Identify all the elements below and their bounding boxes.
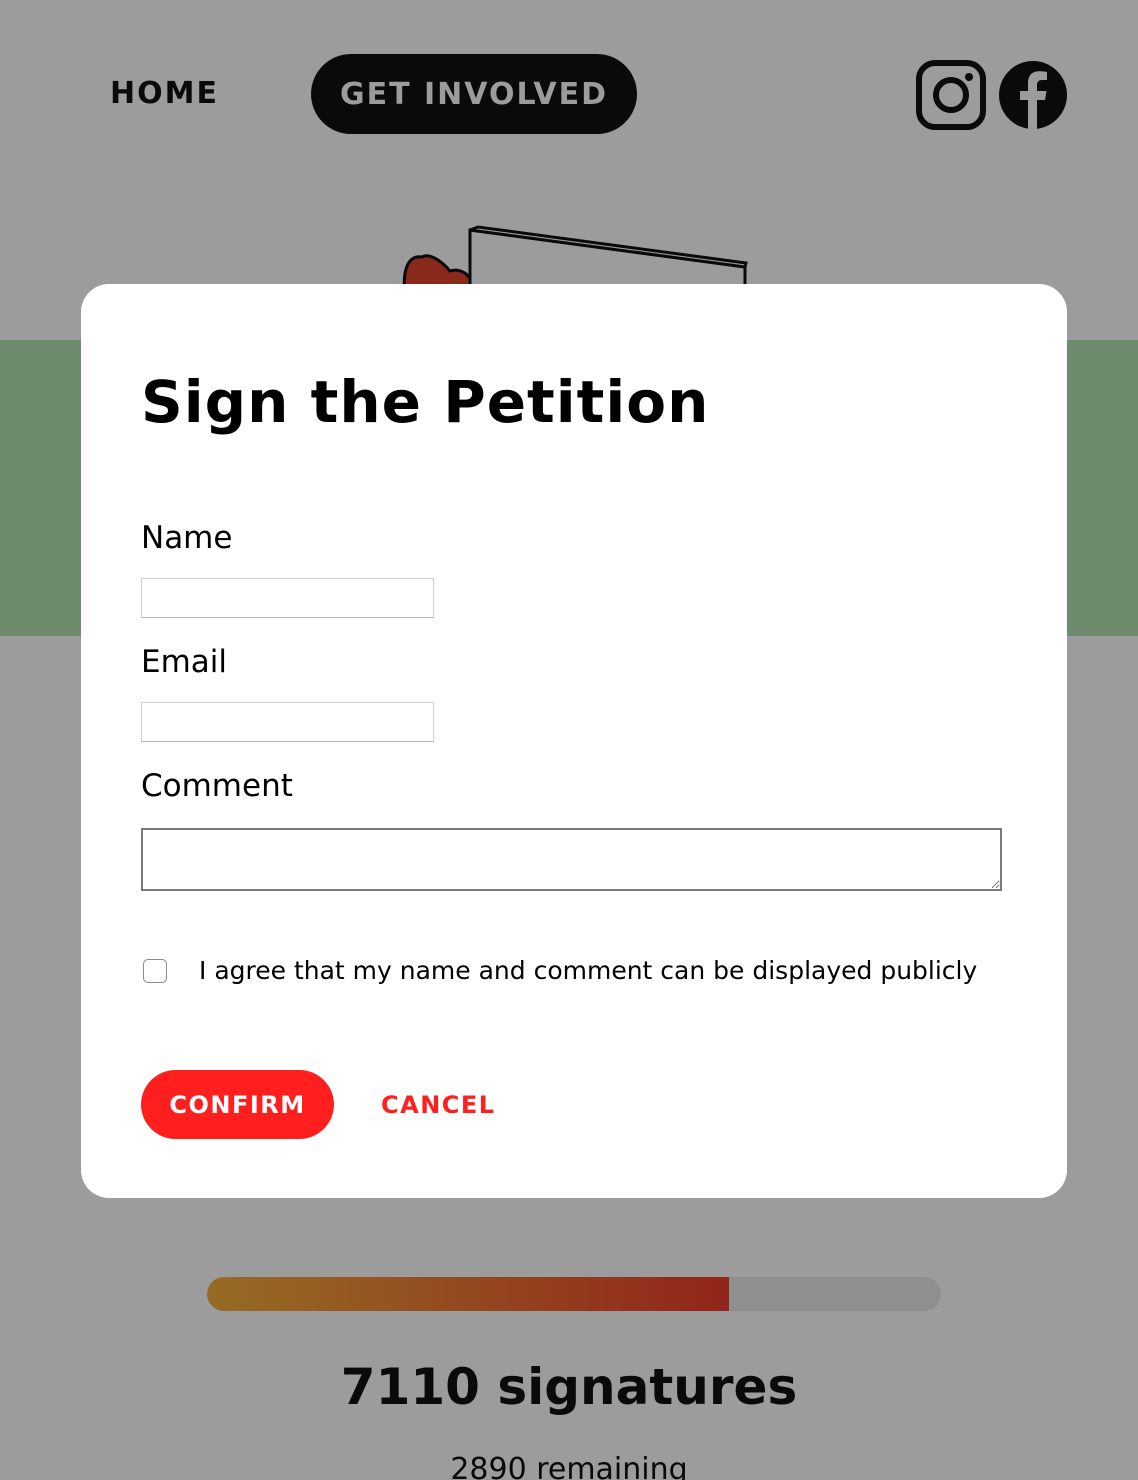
email-field[interactable] — [141, 702, 434, 742]
confirm-button[interactable]: CONFIRM — [141, 1070, 334, 1139]
email-label: Email — [141, 644, 228, 680]
public-consent-row: I agree that my name and comment can be … — [143, 956, 1043, 988]
public-consent-label[interactable]: I agree that my name and comment can be … — [199, 956, 977, 985]
comment-field[interactable] — [141, 828, 1002, 891]
comment-label: Comment — [141, 768, 293, 804]
public-consent-checkbox[interactable] — [143, 959, 167, 983]
name-label: Name — [141, 520, 233, 556]
sign-petition-dialog: Sign the Petition Name Email Comment I a… — [81, 284, 1067, 1198]
dialog-title: Sign the Petition — [141, 368, 710, 436]
cancel-button[interactable]: CANCEL — [381, 1070, 501, 1139]
name-field[interactable] — [141, 578, 434, 618]
